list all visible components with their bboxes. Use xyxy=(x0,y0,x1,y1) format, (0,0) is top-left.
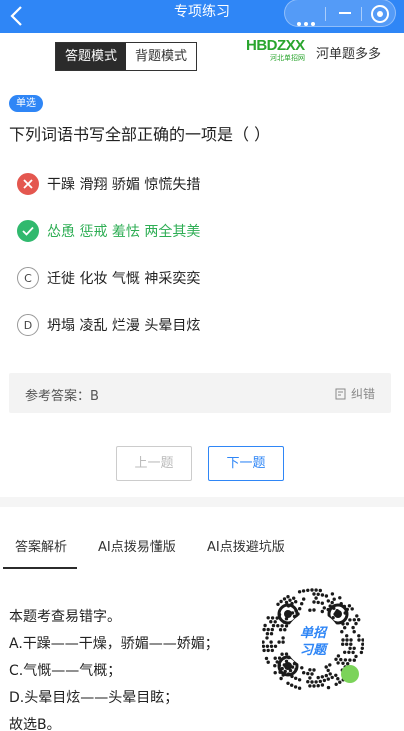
option-letter: C xyxy=(17,267,39,289)
reference-answer: 参考答案：B xyxy=(25,389,99,404)
site-logo: HBDZXX 河北单招网 xyxy=(246,38,308,66)
qr-label-line2: 习题 xyxy=(300,643,329,658)
qr-label-line1: 单招 xyxy=(300,625,328,641)
option-a[interactable]: 干躁 滑翔 骄媚 惊慌失措 xyxy=(17,172,200,196)
report-error-button[interactable]: 纠错 xyxy=(335,385,375,402)
reference-answer-box: 参考答案：B 纠错 xyxy=(9,373,391,413)
option-text: 坍塌 凌乱 烂漫 头晕目炫 xyxy=(47,318,201,334)
explanation-line: D.头晕目炫——头晕目眩； xyxy=(9,690,179,706)
report-error-label: 纠错 xyxy=(350,387,375,401)
next-question-button[interactable]: 下一题 xyxy=(208,446,284,481)
option-c[interactable]: C 迁徙 化妆 气慨 神采奕奕 xyxy=(17,266,200,290)
option-text: 怂恿 惩戒 羞怯 两全其美 xyxy=(47,224,201,240)
prev-question-button[interactable]: 上一题 xyxy=(116,446,192,481)
brand-name: 河单题多多 xyxy=(316,47,382,62)
explanation-tabs: 答案解析 AI点拨易懂版 AI点拨避坑版 xyxy=(0,530,404,570)
option-b[interactable]: 怂恿 惩戒 羞怯 两全其美 xyxy=(17,219,200,243)
logo-text: HBDZXX xyxy=(246,37,305,54)
option-text: 干躁 滑翔 骄媚 惊慌失措 xyxy=(47,177,201,193)
option-letter: D xyxy=(17,314,39,336)
mode-toggle: 答题模式 背题模式 xyxy=(55,42,198,71)
explanation-line: 故选B。 xyxy=(9,717,61,731)
active-tab-indicator xyxy=(3,567,77,569)
wrong-icon xyxy=(17,173,39,195)
explanation-line: A.干躁——干燥，骄媚——娇媚； xyxy=(9,636,219,652)
tab-ai-pitfall[interactable]: AI点拨避坑版 xyxy=(207,536,285,555)
option-text: 迁徙 化妆 气慨 神采奕奕 xyxy=(47,271,201,287)
question-type-badge: 单选 xyxy=(9,95,43,112)
answer-mode-button[interactable]: 答题模式 xyxy=(56,43,127,70)
explanation-line: C.气慨——气概； xyxy=(9,663,122,679)
close-icon[interactable] xyxy=(371,5,389,23)
tab-ai-easy[interactable]: AI点拨易懂版 xyxy=(98,536,176,555)
logo-subtext: 河北单招网 xyxy=(270,54,305,62)
mini-program-capsule xyxy=(284,0,396,27)
explanation-text: 本题考查易错字。 A.干躁——干燥，骄媚——娇媚； C.气慨——气概； D.头晕… xyxy=(9,604,219,731)
section-divider xyxy=(0,497,404,507)
question-text: 下列词语书写全部正确的一项是（ ） xyxy=(9,125,271,144)
edit-icon xyxy=(335,388,346,399)
tab-answer-analysis[interactable]: 答案解析 xyxy=(15,536,67,555)
option-d[interactable]: D 坍塌 凌乱 烂漫 头晕目炫 xyxy=(17,313,200,337)
mini-program-qr-code: 单招 习题 xyxy=(262,588,364,690)
memorize-mode-button[interactable]: 背题模式 xyxy=(126,43,197,70)
check-icon xyxy=(17,220,39,242)
explanation-line: 本题考查易错字。 xyxy=(9,609,121,625)
minimize-icon[interactable] xyxy=(339,12,351,14)
nav-bar: 专项练习 xyxy=(0,0,404,33)
more-icon[interactable] xyxy=(297,11,318,30)
